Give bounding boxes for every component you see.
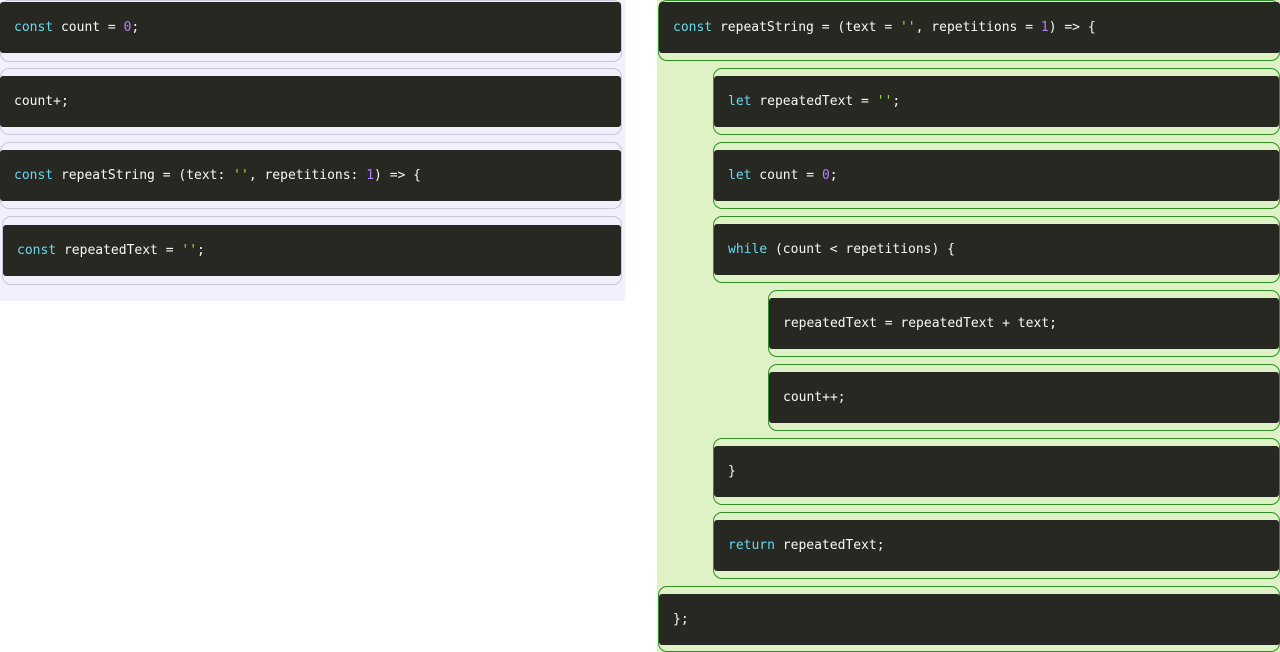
code-text-token: ; <box>197 243 205 258</box>
source-blocks-area[interactable]: const count = 0; count+; const repeatStr… <box>0 0 625 301</box>
string-token: '' <box>181 243 198 258</box>
code-text-token: repeatedText = <box>751 94 877 109</box>
code-text-token: ; <box>829 168 838 183</box>
code-text-token: count = <box>751 168 822 183</box>
code-text-token: , repetitions: <box>248 168 367 183</box>
code-text-token: count = <box>53 20 124 35</box>
code-text-token: repeatedText = <box>56 243 182 258</box>
solution-block-let-repeatedtext[interactable]: let repeatedText = ''; <box>714 76 1279 127</box>
solution-block-count-increment[interactable]: count++; <box>769 372 1279 423</box>
code-text-token: count++; <box>783 390 846 405</box>
keyword-token: const <box>14 20 54 35</box>
solution-block-repeatstring[interactable]: const repeatString = (text = '', repetit… <box>659 2 1280 53</box>
code-text-token: repeatedText = repeatedText + text; <box>783 316 1057 331</box>
code-text-token: repeatString = (text: <box>53 168 234 183</box>
code-text-token: }; <box>673 612 689 627</box>
solution-block-return[interactable]: return repeatedText; <box>714 520 1279 571</box>
keyword-token: let <box>728 94 752 109</box>
source-block-count-plus[interactable]: count+; <box>0 76 621 127</box>
solution-block-let-count[interactable]: let count = 0; <box>714 150 1279 201</box>
string-token: '' <box>876 94 893 109</box>
string-token: '' <box>233 168 249 183</box>
keyword-token: while <box>728 242 768 257</box>
code-text-token: , repetitions = <box>915 20 1041 35</box>
source-block-repeatstring-colon[interactable]: const repeatString = (text: '', repetiti… <box>0 150 621 201</box>
code-text-token: repeatString = (text = <box>712 20 900 35</box>
solution-block-while[interactable]: while (count < repetitions) { <box>714 224 1279 275</box>
code-text-token: ) => { <box>374 168 422 183</box>
code-text-token: count+; <box>14 94 69 109</box>
keyword-token: const <box>673 20 713 35</box>
code-text-token: (count < repetitions) { <box>767 242 955 257</box>
keyword-token: let <box>728 168 752 183</box>
string-token: '' <box>899 20 916 35</box>
keyword-token: const <box>17 243 57 258</box>
code-text-token: ) => { <box>1048 20 1096 35</box>
solution-block-close-while[interactable]: } <box>714 446 1279 497</box>
number-token: 1 <box>366 168 375 183</box>
keyword-token: const <box>14 168 54 183</box>
source-block-const-repeatedtext[interactable]: const repeatedText = ''; <box>3 225 621 276</box>
solution-block-append-text[interactable]: repeatedText = repeatedText + text; <box>769 298 1279 349</box>
solution-area[interactable]: const repeatString = (text = '', repetit… <box>657 0 1280 652</box>
keyword-token: return <box>728 538 775 553</box>
code-text-token: ; <box>892 94 901 109</box>
solution-block-close-function[interactable]: }; <box>659 594 1280 645</box>
number-token: 0 <box>821 168 830 183</box>
code-text-token: ; <box>131 20 140 35</box>
number-token: 1 <box>1040 20 1049 35</box>
source-block-const-count[interactable]: const count = 0; <box>0 2 621 53</box>
code-text-token: repeatedText; <box>774 538 885 553</box>
code-text-token: } <box>728 464 736 479</box>
